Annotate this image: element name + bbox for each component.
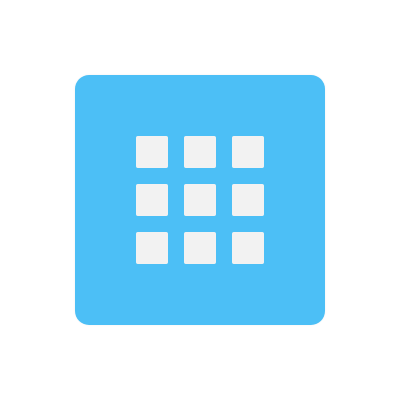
grid-cell (136, 136, 168, 168)
grid-cell (184, 184, 216, 216)
grid-cell (184, 136, 216, 168)
grid-cell (136, 184, 168, 216)
grid-cell (232, 136, 264, 168)
grid-cells (136, 136, 264, 264)
grid-cell (232, 184, 264, 216)
grid-cell (232, 232, 264, 264)
grid-cell (184, 232, 216, 264)
grid-cell (136, 232, 168, 264)
icon-canvas (0, 0, 400, 400)
